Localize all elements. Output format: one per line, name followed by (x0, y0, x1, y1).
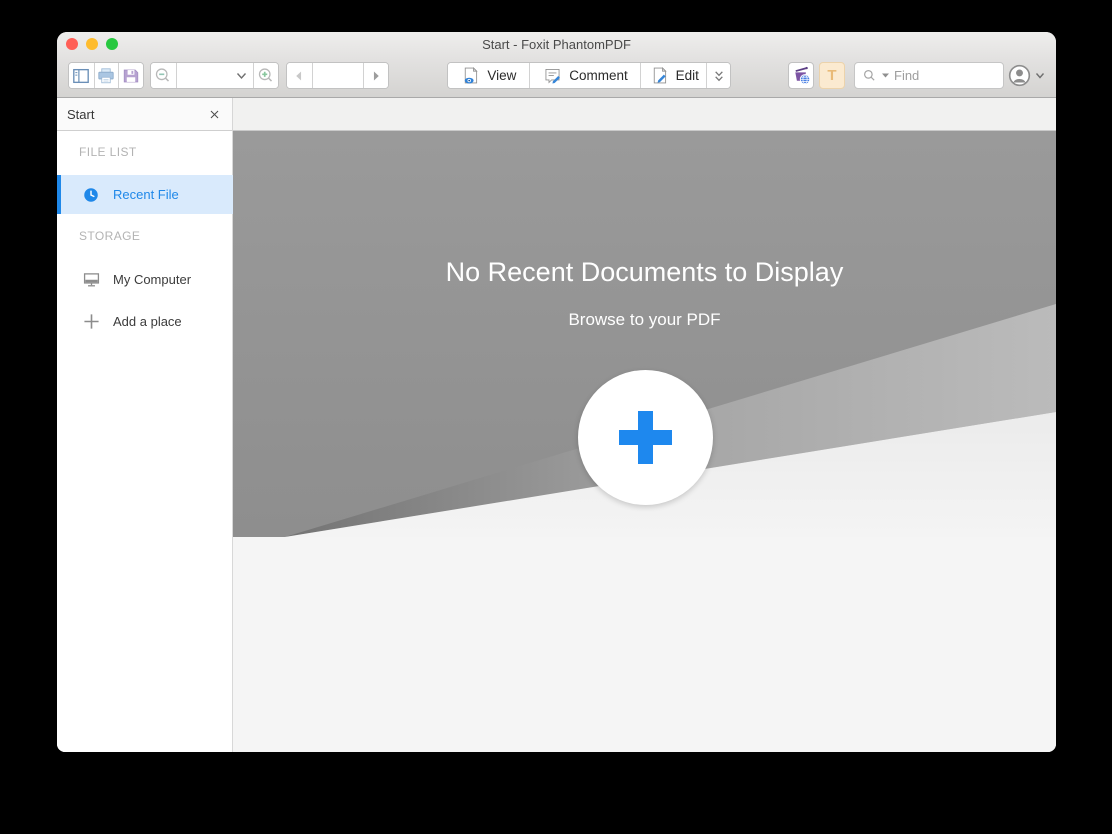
mode-switcher-group: View Comment Edit (447, 62, 731, 89)
zoom-in-icon (255, 65, 277, 87)
sidebar-item-my-computer[interactable]: My Computer (57, 262, 233, 296)
forward-arrow-icon (367, 67, 385, 85)
edit-pencil-icon (649, 65, 670, 86)
sidebar-item-label: My Computer (113, 272, 191, 287)
find-input[interactable] (894, 68, 996, 83)
start-page-content: No Recent Documents to Display Browse to… (233, 131, 1056, 752)
back-arrow-icon (290, 67, 308, 85)
sidebar-item-recent-file[interactable]: Recent File (57, 175, 233, 214)
zoom-level-select[interactable] (176, 63, 253, 88)
panels-icon (70, 65, 92, 87)
plus-icon (81, 313, 101, 330)
next-page-button[interactable] (363, 63, 388, 88)
window-chrome: Start - Foxit PhantomPDF (57, 32, 1056, 98)
page-number-field[interactable] (312, 63, 363, 88)
account-icon (1007, 63, 1032, 88)
tab-strip (233, 98, 1056, 131)
section-header-file-list: FILE LIST (79, 145, 137, 159)
empty-state-subtitle: Browse to your PDF (233, 310, 1056, 330)
panels-button[interactable] (69, 63, 94, 88)
view-page-eye-icon (460, 65, 481, 86)
page-nav-group (286, 62, 389, 89)
chevron-down-icon (236, 72, 247, 80)
comment-pencil-icon (542, 65, 563, 86)
sidebar-item-label: Add a place (113, 314, 182, 329)
sidebar-item-add-a-place[interactable]: Add a place (57, 304, 233, 338)
empty-state-title: No Recent Documents to Display (233, 257, 1056, 288)
tab-close-button[interactable] (206, 106, 222, 122)
mode-label-edit: Edit (676, 68, 699, 83)
start-tab[interactable]: Start (57, 98, 233, 131)
zoom-out-icon (152, 65, 174, 87)
account-chevron-icon (1035, 71, 1045, 80)
computer-icon (81, 270, 101, 289)
previous-page-button[interactable] (287, 63, 312, 88)
typewriter-icon: T (827, 67, 836, 84)
find-options-chevron-icon[interactable] (881, 72, 890, 79)
mode-button-view[interactable]: View (448, 63, 529, 88)
zoom-tools-group (150, 62, 279, 89)
find-box (854, 62, 1004, 89)
print-button[interactable] (94, 63, 119, 88)
start-sidebar: FILE LIST Recent File STORAGE My Compute… (57, 131, 233, 752)
selection-accent-bar (57, 175, 61, 214)
chevron-expand-icon (712, 66, 726, 86)
share-globe-icon (790, 64, 813, 87)
mode-label-comment: Comment (569, 68, 628, 83)
clock-icon (81, 187, 101, 203)
save-icon (120, 65, 142, 87)
section-header-storage: STORAGE (79, 229, 140, 243)
window-title: Start - Foxit PhantomPDF (57, 37, 1056, 52)
account-button[interactable] (1007, 62, 1053, 89)
zoom-out-button[interactable] (151, 63, 176, 88)
browse-pdf-button[interactable] (578, 370, 713, 505)
file-tools-group (68, 62, 144, 89)
search-icon (862, 68, 877, 83)
save-button[interactable] (118, 63, 143, 88)
zoom-in-button[interactable] (253, 63, 278, 88)
sidebar-item-label: Recent File (113, 187, 179, 202)
start-tab-title: Start (67, 107, 206, 122)
mode-button-edit[interactable]: Edit (640, 63, 706, 88)
mode-expand-button[interactable] (706, 63, 730, 88)
mode-label-view: View (487, 68, 516, 83)
typewriter-button[interactable]: T (819, 62, 845, 89)
share-button[interactable] (788, 62, 814, 89)
start-banner: No Recent Documents to Display Browse to… (233, 131, 1056, 537)
mode-button-comment[interactable]: Comment (529, 63, 641, 88)
print-icon (95, 65, 117, 87)
app-window: Start - Foxit PhantomPDF (57, 32, 1056, 752)
close-icon (209, 109, 220, 120)
